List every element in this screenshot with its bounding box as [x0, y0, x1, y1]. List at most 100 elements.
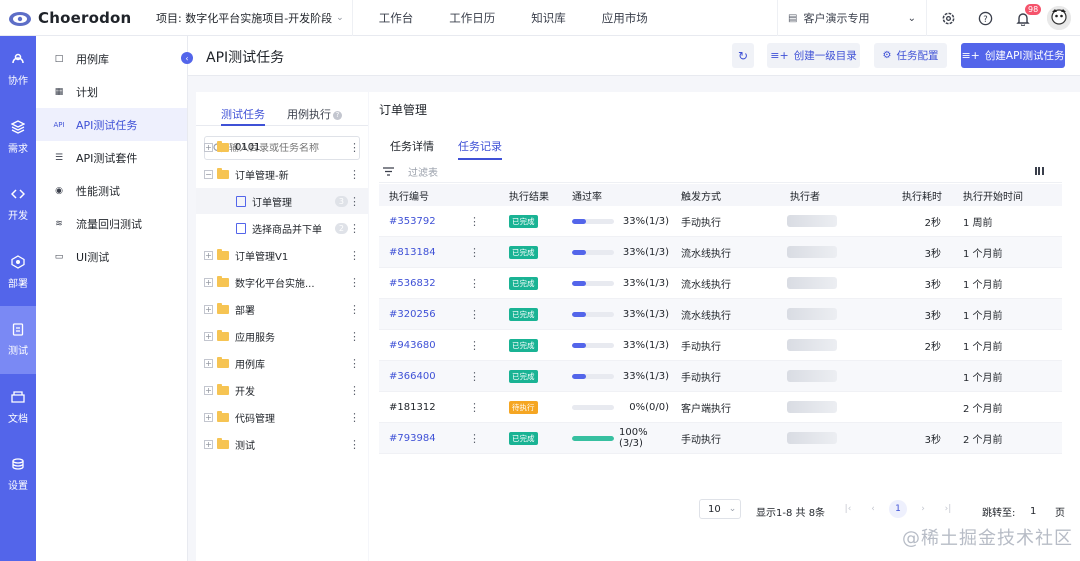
execution-id[interactable]: #353792 — [389, 206, 436, 236]
more-icon[interactable]: ⋮ — [469, 392, 480, 422]
menu-item-api-suite[interactable]: ☰ API测试套件 — [36, 141, 187, 174]
org-selector[interactable]: ▤ 客户演示专用 ⌄ — [777, 0, 927, 36]
more-icon[interactable]: ⋮ — [469, 361, 480, 391]
rail-item-collab[interactable]: 协作 — [0, 36, 36, 104]
table-row[interactable]: #793984 ⋮ 已完成 100%(3/3) 手动执行 3秒 2 个月前 — [379, 423, 1062, 454]
expand-icon[interactable]: + — [204, 250, 213, 260]
more-icon[interactable]: ⋮ — [349, 276, 360, 289]
tab-task-detail[interactable]: 任务详情 — [390, 132, 434, 157]
tree-folder[interactable]: + 用例库 ⋮ — [196, 350, 368, 376]
topnav-calendar[interactable]: 工作日历 — [431, 10, 513, 26]
menu-item-ui-test[interactable]: ▭ UI测试 — [36, 240, 187, 273]
execution-id[interactable]: #793984 — [389, 423, 436, 453]
expand-icon[interactable]: + — [204, 304, 213, 314]
help-button[interactable]: ? — [967, 0, 1004, 36]
task-config-button[interactable]: ⚙ 任务配置 — [874, 43, 947, 68]
menu-item-traffic-regression[interactable]: ≋ 流量回归测试 — [36, 207, 187, 240]
more-icon[interactable]: ⋮ — [349, 249, 360, 262]
rail-item-develop[interactable]: 开发 — [0, 171, 36, 239]
expand-icon[interactable]: + — [204, 412, 213, 422]
project-selector[interactable]: 项目: 数字化平台实施项目-开发阶段 ⌄ — [148, 0, 353, 36]
tree-folder[interactable]: + 测试 ⋮ — [196, 431, 368, 457]
brand[interactable]: Choerodon — [0, 9, 140, 27]
columns-icon[interactable] — [1035, 167, 1044, 175]
table-row[interactable]: #366400 ⋮ 已完成 33%(1/3) 手动执行 1 个月前 — [379, 361, 1062, 392]
execution-id[interactable]: #320256 — [389, 299, 436, 329]
more-icon[interactable]: ⋮ — [469, 206, 480, 236]
prev-page-icon[interactable]: ‹ — [864, 500, 882, 518]
rail-item-requirements[interactable]: 需求 — [0, 104, 36, 172]
table-row[interactable]: #813184 ⋮ 已完成 33%(1/3) 流水线执行 3秒 1 个月前 — [379, 237, 1062, 268]
more-icon[interactable]: ⋮ — [469, 299, 480, 329]
collapse-icon[interactable]: − — [204, 169, 213, 179]
more-icon[interactable]: ⋮ — [349, 330, 360, 343]
create-root-dir-button[interactable]: ≡+ 创建一级目录 — [767, 43, 860, 68]
expand-icon[interactable]: + — [204, 142, 213, 152]
more-icon[interactable]: ⋮ — [349, 195, 360, 208]
more-icon[interactable]: ⋮ — [469, 237, 480, 267]
last-page-icon[interactable]: ›| — [939, 500, 957, 518]
menu-item-performance[interactable]: ◉ 性能测试 — [36, 174, 187, 207]
expand-icon[interactable]: + — [204, 331, 213, 341]
tree-folder[interactable]: + 代码管理 ⋮ — [196, 404, 368, 430]
tree-folder[interactable]: + 数字化平台实施... ⋮ — [196, 269, 368, 295]
expand-icon[interactable]: + — [204, 277, 213, 287]
page-current[interactable]: 1 — [889, 500, 907, 518]
execution-id[interactable]: #366400 — [389, 361, 436, 391]
more-icon[interactable]: ⋮ — [349, 438, 360, 451]
first-page-icon[interactable]: |‹ — [839, 500, 857, 518]
tab-test-task[interactable]: 测试任务 — [221, 92, 265, 126]
tab-case-exec[interactable]: 用例执行? — [287, 92, 342, 125]
next-page-icon[interactable]: › — [914, 500, 932, 518]
rail-item-settings[interactable]: 设置 — [0, 441, 36, 509]
expand-icon[interactable]: + — [204, 385, 213, 395]
execution-id[interactable]: #943680 — [389, 330, 436, 360]
tree-task[interactable]: 选择商品并下单 2 ⋮ — [196, 215, 368, 241]
topnav-market[interactable]: 应用市场 — [584, 10, 666, 26]
more-icon[interactable]: ⋮ — [469, 268, 480, 298]
table-row[interactable]: #181312 ⋮ 待执行 0%(0/0) 客户端执行 2 个月前 — [379, 392, 1062, 423]
expand-icon[interactable]: + — [204, 358, 213, 368]
tree-task[interactable]: 订单管理 3 ⋮ — [196, 188, 368, 214]
tree-folder[interactable]: +0101 ⋮ — [196, 134, 368, 160]
table-row[interactable]: #536832 ⋮ 已完成 33%(1/3) 流水线执行 3秒 1 个月前 — [379, 268, 1062, 299]
page-size-select[interactable]: 10 ⌄ — [699, 499, 741, 519]
notification-button[interactable]: 98 — [1004, 0, 1042, 36]
more-icon[interactable]: ⋮ — [349, 411, 360, 424]
create-api-task-button[interactable]: ≡+ 创建API测试任务 — [961, 43, 1065, 68]
tab-task-records[interactable]: 任务记录 — [458, 132, 502, 160]
rail-item-deploy[interactable]: 部署 — [0, 239, 36, 307]
refresh-button[interactable]: ↻ — [732, 43, 754, 68]
table-row[interactable]: #353792 ⋮ 已完成 33%(1/3) 手动执行 2秒 1 周前 — [379, 206, 1062, 237]
more-icon[interactable]: ⋮ — [469, 330, 480, 360]
more-icon[interactable]: ⋮ — [349, 384, 360, 397]
tree-folder[interactable]: − 订单管理-新 ⋮ — [196, 161, 368, 187]
filter-bar[interactable]: 过滤表 — [379, 161, 1062, 183]
settings-button[interactable] — [930, 0, 967, 36]
more-icon[interactable]: ⋮ — [349, 222, 360, 235]
topnav-workbench[interactable]: 工作台 — [361, 10, 432, 26]
menu-item-api-task[interactable]: API API测试任务 — [36, 108, 187, 141]
table-row[interactable]: #320256 ⋮ 已完成 33%(1/3) 流水线执行 3秒 1 个月前 — [379, 299, 1062, 330]
avatar[interactable] — [1047, 6, 1071, 30]
more-icon[interactable]: ⋮ — [349, 357, 360, 370]
more-icon[interactable]: ⋮ — [469, 423, 480, 453]
tree-folder[interactable]: + 部署 ⋮ — [196, 296, 368, 322]
menu-item-plan[interactable]: ▦ 计划 — [36, 75, 187, 108]
rail-item-docs[interactable]: 文档 — [0, 374, 36, 442]
tree-folder[interactable]: + 应用服务 ⋮ — [196, 323, 368, 349]
tree-folder[interactable]: + 订单管理V1 ⋮ — [196, 242, 368, 268]
expand-icon[interactable]: + — [204, 439, 213, 449]
topnav-knowledge[interactable]: 知识库 — [513, 10, 584, 26]
table-row[interactable]: #943680 ⋮ 已完成 33%(1/3) 手动执行 2秒 1 个月前 — [379, 330, 1062, 361]
tree-folder[interactable]: + 开发 ⋮ — [196, 377, 368, 403]
collapse-menu-button[interactable]: ‹ — [181, 52, 193, 64]
menu-item-case-library[interactable]: □ 用例库 — [36, 42, 187, 75]
execution-id[interactable]: #536832 — [389, 268, 436, 298]
rail-item-test[interactable]: 测试 — [0, 306, 36, 374]
more-icon[interactable]: ⋮ — [349, 303, 360, 316]
execution-id[interactable]: #813184 — [389, 237, 436, 267]
more-icon[interactable]: ⋮ — [349, 168, 360, 181]
more-icon[interactable]: ⋮ — [349, 141, 360, 154]
jump-input[interactable]: 1 — [1030, 498, 1036, 524]
